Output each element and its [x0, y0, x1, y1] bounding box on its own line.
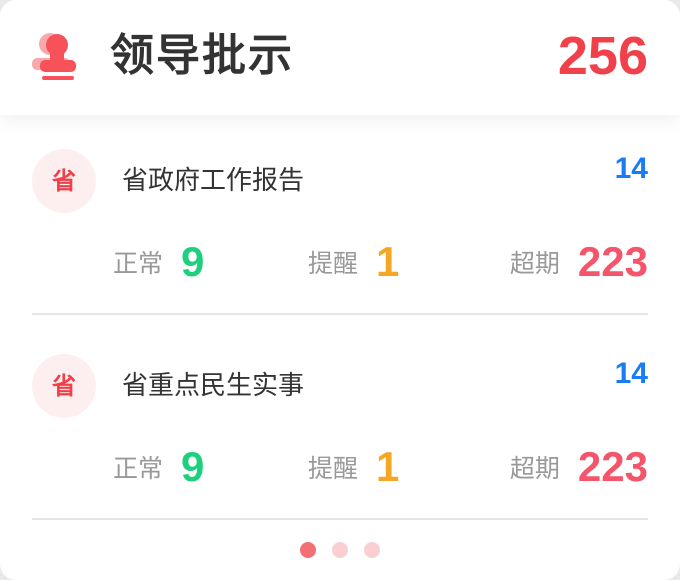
stat-value: 9: [181, 443, 205, 490]
stat-value: 1: [376, 443, 400, 490]
item-title[interactable]: 省政府工作报告: [122, 163, 304, 199]
card-title: 领导批示: [110, 30, 294, 81]
stat-normal[interactable]: 正常 9: [113, 442, 204, 492]
province-badge: 省: [32, 354, 96, 418]
divider: [32, 313, 648, 315]
stat-remind[interactable]: 提醒 1: [308, 237, 399, 287]
page-dot-3[interactable]: [364, 542, 380, 558]
stat-overdue[interactable]: 超期 223: [510, 237, 648, 287]
total-count[interactable]: 256: [558, 26, 648, 86]
stat-label: 超期: [509, 454, 560, 483]
stamp-icon: [32, 33, 76, 80]
list-item[interactable]: 省 省政府工作报告 14 正常 9 提醒 1 超期 223: [0, 133, 680, 338]
stat-value: 1: [376, 238, 400, 285]
item-title[interactable]: 省重点民生实事: [122, 368, 304, 404]
stat-label: 正常: [113, 249, 164, 278]
stat-value: 223: [577, 238, 648, 285]
stat-value: 9: [181, 238, 205, 285]
stat-label: 超期: [509, 249, 560, 278]
item-count[interactable]: 14: [615, 356, 648, 392]
stat-overdue[interactable]: 超期 223: [510, 442, 648, 492]
item-count[interactable]: 14: [615, 151, 648, 187]
stat-normal[interactable]: 正常 9: [113, 237, 204, 287]
leader-instructions-card: 领导批示 256 省 省政府工作报告 14 正常 9 提醒 1 超期 223 省…: [0, 0, 680, 580]
stat-label: 正常: [113, 454, 164, 483]
stat-label: 提醒: [308, 454, 359, 483]
page-dot-1[interactable]: [300, 542, 316, 558]
pagination-dots: [0, 542, 680, 558]
province-badge: 省: [32, 149, 96, 213]
divider: [32, 518, 648, 520]
list-item[interactable]: 省 省重点民生实事 14 正常 9 提醒 1 超期 223: [0, 338, 680, 543]
card-header: 领导批示 256: [0, 0, 680, 115]
stat-label: 提醒: [308, 249, 359, 278]
stat-remind[interactable]: 提醒 1: [308, 442, 399, 492]
stat-value: 223: [577, 443, 648, 490]
page-dot-2[interactable]: [332, 542, 348, 558]
